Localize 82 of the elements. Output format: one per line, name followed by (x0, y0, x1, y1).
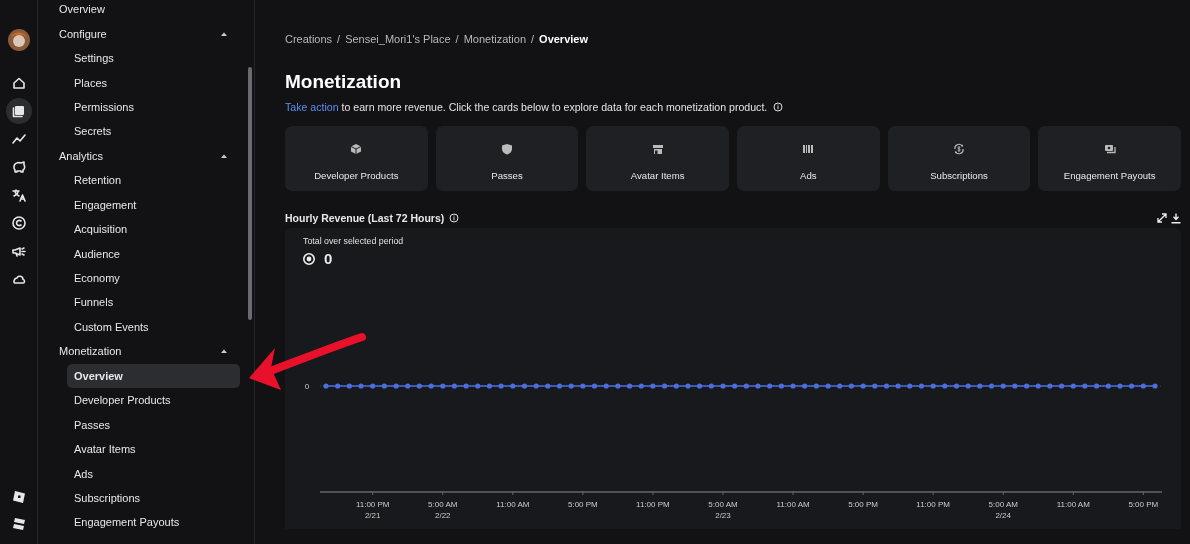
caret-icon[interactable] (220, 30, 228, 37)
breadcrumb-link[interactable]: Creations (285, 33, 333, 45)
breadcrumb-current: Overview (539, 33, 588, 45)
page-title: Monetization (285, 70, 403, 94)
x-tick-label: 11:00 AM (776, 500, 810, 509)
nav-item[interactable]: Subscriptions (67, 485, 240, 511)
avatar-icon[interactable] (7, 29, 30, 51)
caret-icon[interactable] (220, 348, 228, 355)
total-label: Total over selected period (303, 236, 405, 246)
product-card[interactable]: Developer Products (285, 126, 428, 191)
product-card[interactable]: Engagement Payouts (1038, 126, 1181, 191)
info-icon[interactable] (449, 213, 460, 223)
section-title: Hourly Revenue (Last 72 Hours) (285, 212, 445, 224)
nav-item[interactable]: Acquisition (67, 216, 240, 242)
dollar-cycle-icon (953, 142, 965, 155)
expand-icon[interactable] (1157, 213, 1167, 223)
nav-item[interactable]: Retention (67, 168, 240, 193)
total-value: 0 (324, 250, 333, 267)
cube-icon (350, 142, 363, 155)
home-icon[interactable] (10, 75, 27, 91)
logo-icon[interactable] (11, 490, 26, 504)
barcode-icon (802, 142, 815, 155)
caret-icon[interactable] (220, 152, 228, 159)
nav-item[interactable]: Ads (67, 461, 240, 486)
x-tick-label: 11:00 PM (355, 500, 390, 509)
nav-item[interactable]: Overview (38, 0, 240, 22)
x-tick-label: 11:00 AM (496, 500, 530, 509)
x-tick-date: 2/21 (364, 510, 381, 519)
product-card[interactable]: Ads (737, 126, 880, 191)
nav-item[interactable]: Engagement (67, 192, 240, 217)
x-tick-label: 5:00 AM (708, 500, 738, 509)
breadcrumb-separator: / (337, 33, 341, 45)
copyright-icon[interactable] (10, 215, 27, 231)
nav-item[interactable]: Overview (67, 363, 240, 388)
x-tick-label: 5:00 PM (567, 500, 598, 509)
product-card[interactable]: Passes (435, 126, 579, 191)
breadcrumb-separator: / (455, 33, 459, 45)
studio-logo-icon[interactable] (11, 517, 26, 531)
nav-item[interactable]: Audience (67, 241, 240, 266)
x-tick-label: 5:00 AM (988, 500, 1018, 509)
nav-section-header[interactable]: Analytics (59, 149, 104, 162)
nav-item[interactable]: Funnels (67, 290, 240, 315)
x-tick-date: 2/23 (715, 510, 731, 519)
shield-icon (501, 142, 513, 155)
description: Take action to earn more revenue. Click the cards below to explore data for each monetization product. (285, 101, 768, 113)
x-tick-label: 11:00 PM (916, 500, 950, 509)
robux-icon (303, 252, 315, 265)
nav-section-header[interactable]: Configure (59, 27, 107, 40)
translate-icon[interactable] (10, 187, 27, 203)
product-card[interactable]: Avatar Items (586, 126, 729, 191)
nav-item[interactable]: Settings (67, 45, 240, 71)
x-tick-label: 5:00 AM (428, 500, 458, 509)
nav-item[interactable]: Secrets (67, 119, 240, 144)
gallery-icon[interactable] (10, 103, 27, 119)
breadcrumb-link[interactable]: Monetization (463, 33, 526, 45)
breadcrumb-separator: / (531, 33, 535, 45)
breadcrumb-link[interactable]: Sensei_Mori1's Place (345, 33, 451, 45)
nav-item[interactable]: Passes (67, 412, 240, 437)
nav-item[interactable]: Engagement Payouts (67, 510, 240, 535)
nav-item[interactable]: Custom Events (67, 314, 240, 340)
x-tick-date: 2/24 (995, 510, 1011, 519)
download-icon[interactable] (1171, 212, 1181, 224)
nav-section-header[interactable]: Monetization (59, 345, 122, 358)
take-action-link[interactable]: Take action (285, 101, 339, 113)
product-card[interactable]: Subscriptions (887, 126, 1031, 191)
nav-item[interactable]: Economy (67, 265, 240, 291)
piggy-bank-icon[interactable] (10, 159, 27, 175)
nav-item[interactable]: Avatar Items (67, 436, 240, 462)
nav-item[interactable]: Places (67, 70, 240, 95)
info-icon[interactable] (773, 102, 784, 112)
trend-icon[interactable] (10, 131, 27, 147)
store-icon (651, 142, 664, 155)
nav-item[interactable]: Permissions (67, 94, 240, 120)
x-tick-date: 2/22 (434, 510, 451, 519)
x-tick-label: 11:00 PM (636, 500, 670, 509)
x-tick-label: 5:00 PM (1128, 500, 1159, 509)
y-tick-label: 0 (304, 382, 310, 391)
banknote-icon (1103, 142, 1116, 155)
x-tick-label: 5:00 PM (848, 500, 878, 509)
x-tick-label: 11:00 AM (1056, 500, 1090, 509)
scrollbar[interactable] (248, 67, 252, 320)
nav-item[interactable]: Developer Products (67, 388, 240, 413)
